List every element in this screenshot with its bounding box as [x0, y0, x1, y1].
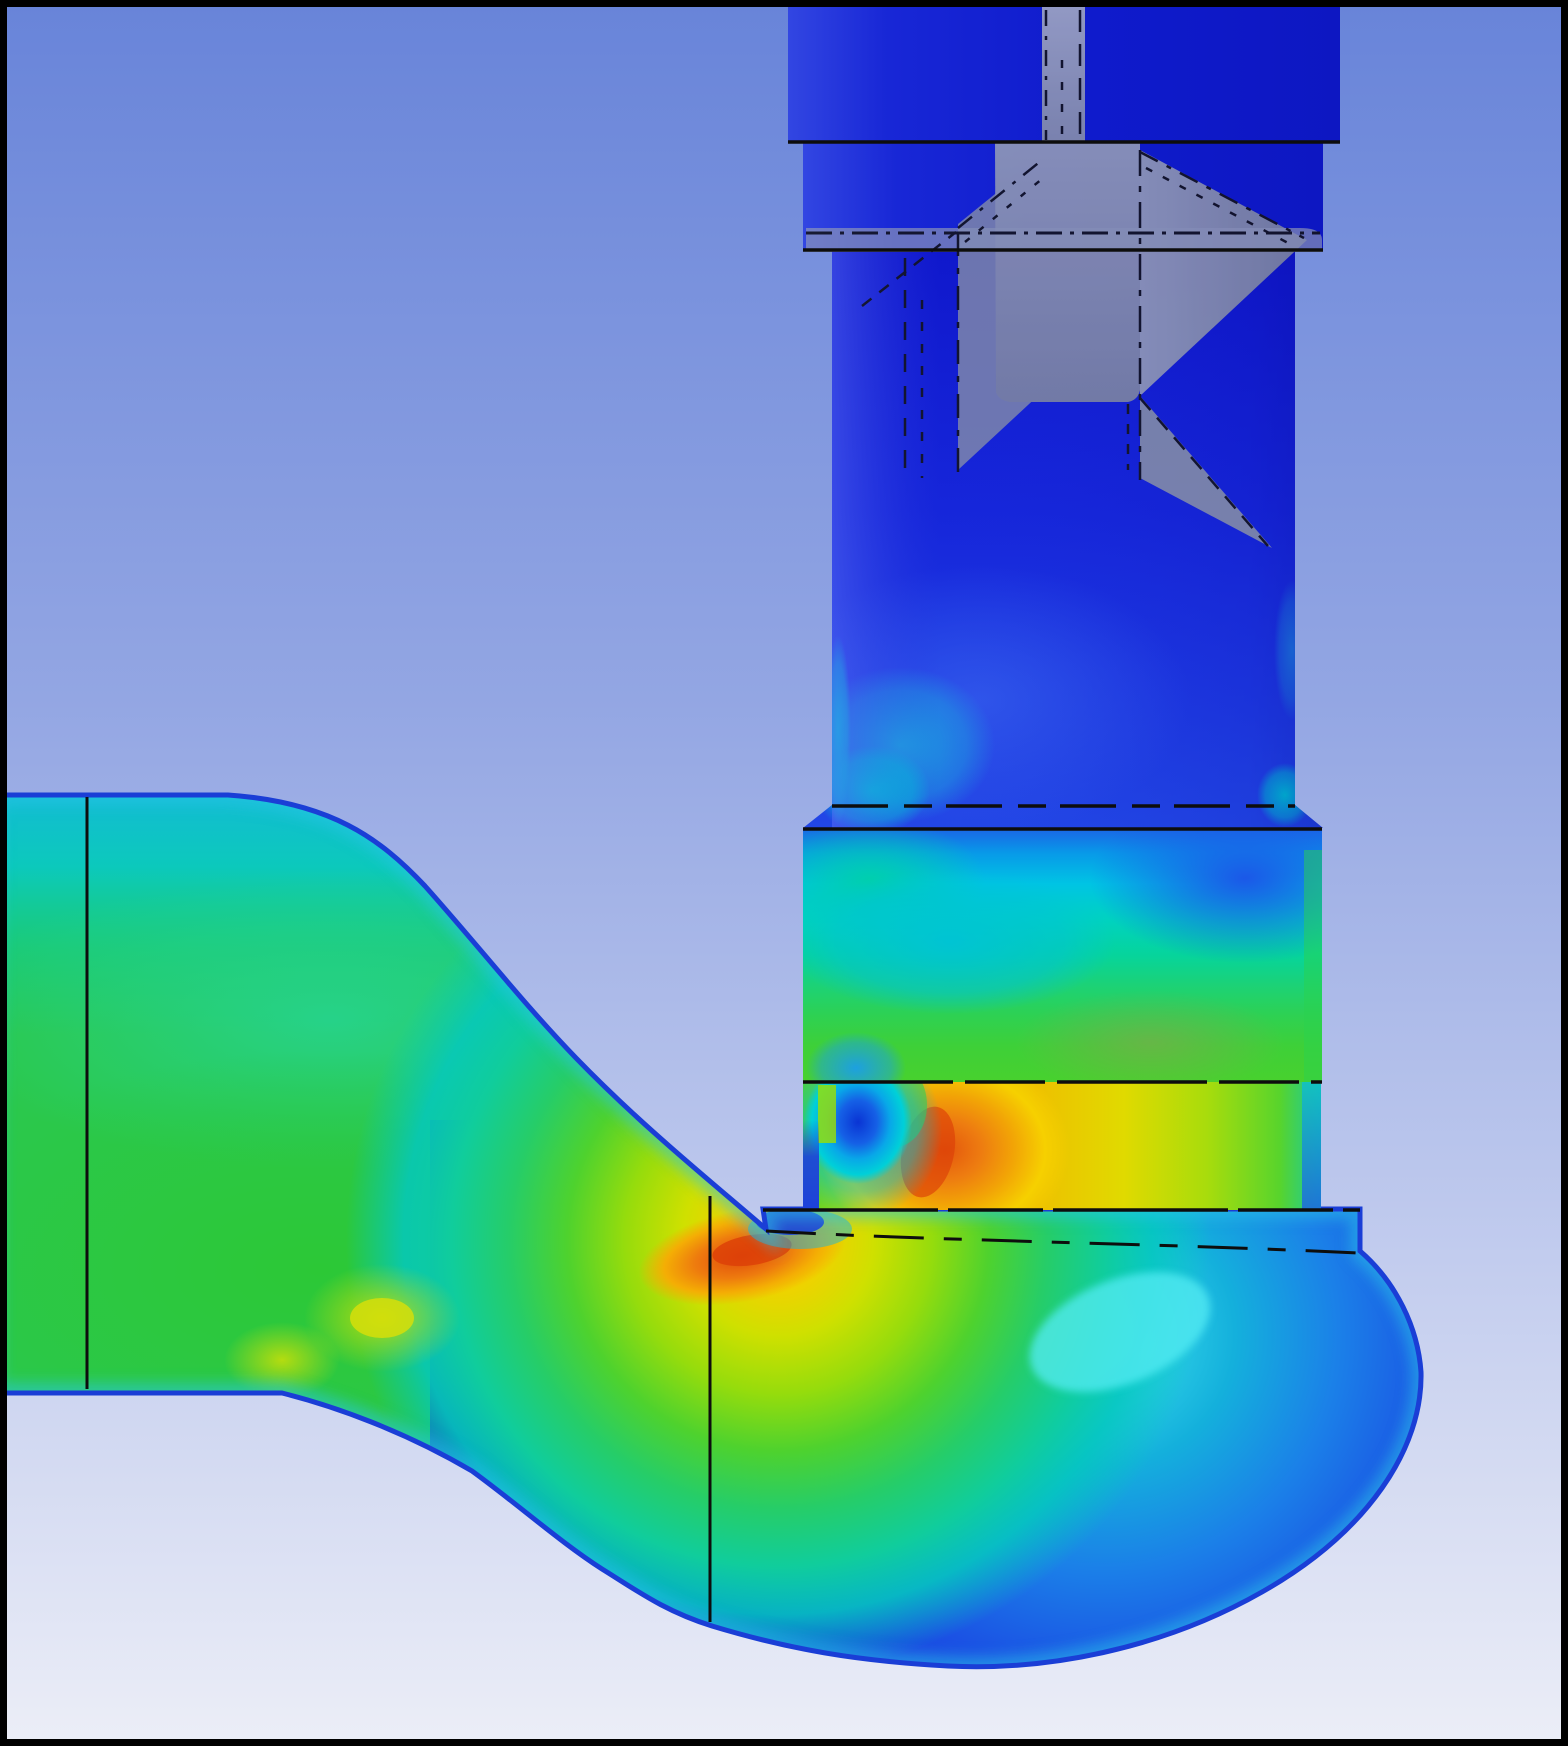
chartreuse-core: [350, 1298, 414, 1338]
collar-olive-smudge: [1015, 990, 1285, 1094]
collar-right-green-sliver: [1304, 850, 1322, 1082]
ghost-stem: [1042, 6, 1085, 142]
collar-cyan-swoosh: [785, 870, 1115, 1014]
model-viewport[interactable]: [0, 0, 1568, 1746]
band-chartreuse-sliver: [818, 1085, 836, 1143]
upper-collar-band: [755, 793, 1400, 1104]
band-right-teal-sliver: [1302, 1082, 1321, 1210]
ghost-center-panel: [995, 142, 1140, 402]
upper-fixture: [770, 6, 1340, 835]
band-left-blue-edge: [803, 1120, 819, 1212]
fea-render-canvas: [0, 0, 1568, 1746]
